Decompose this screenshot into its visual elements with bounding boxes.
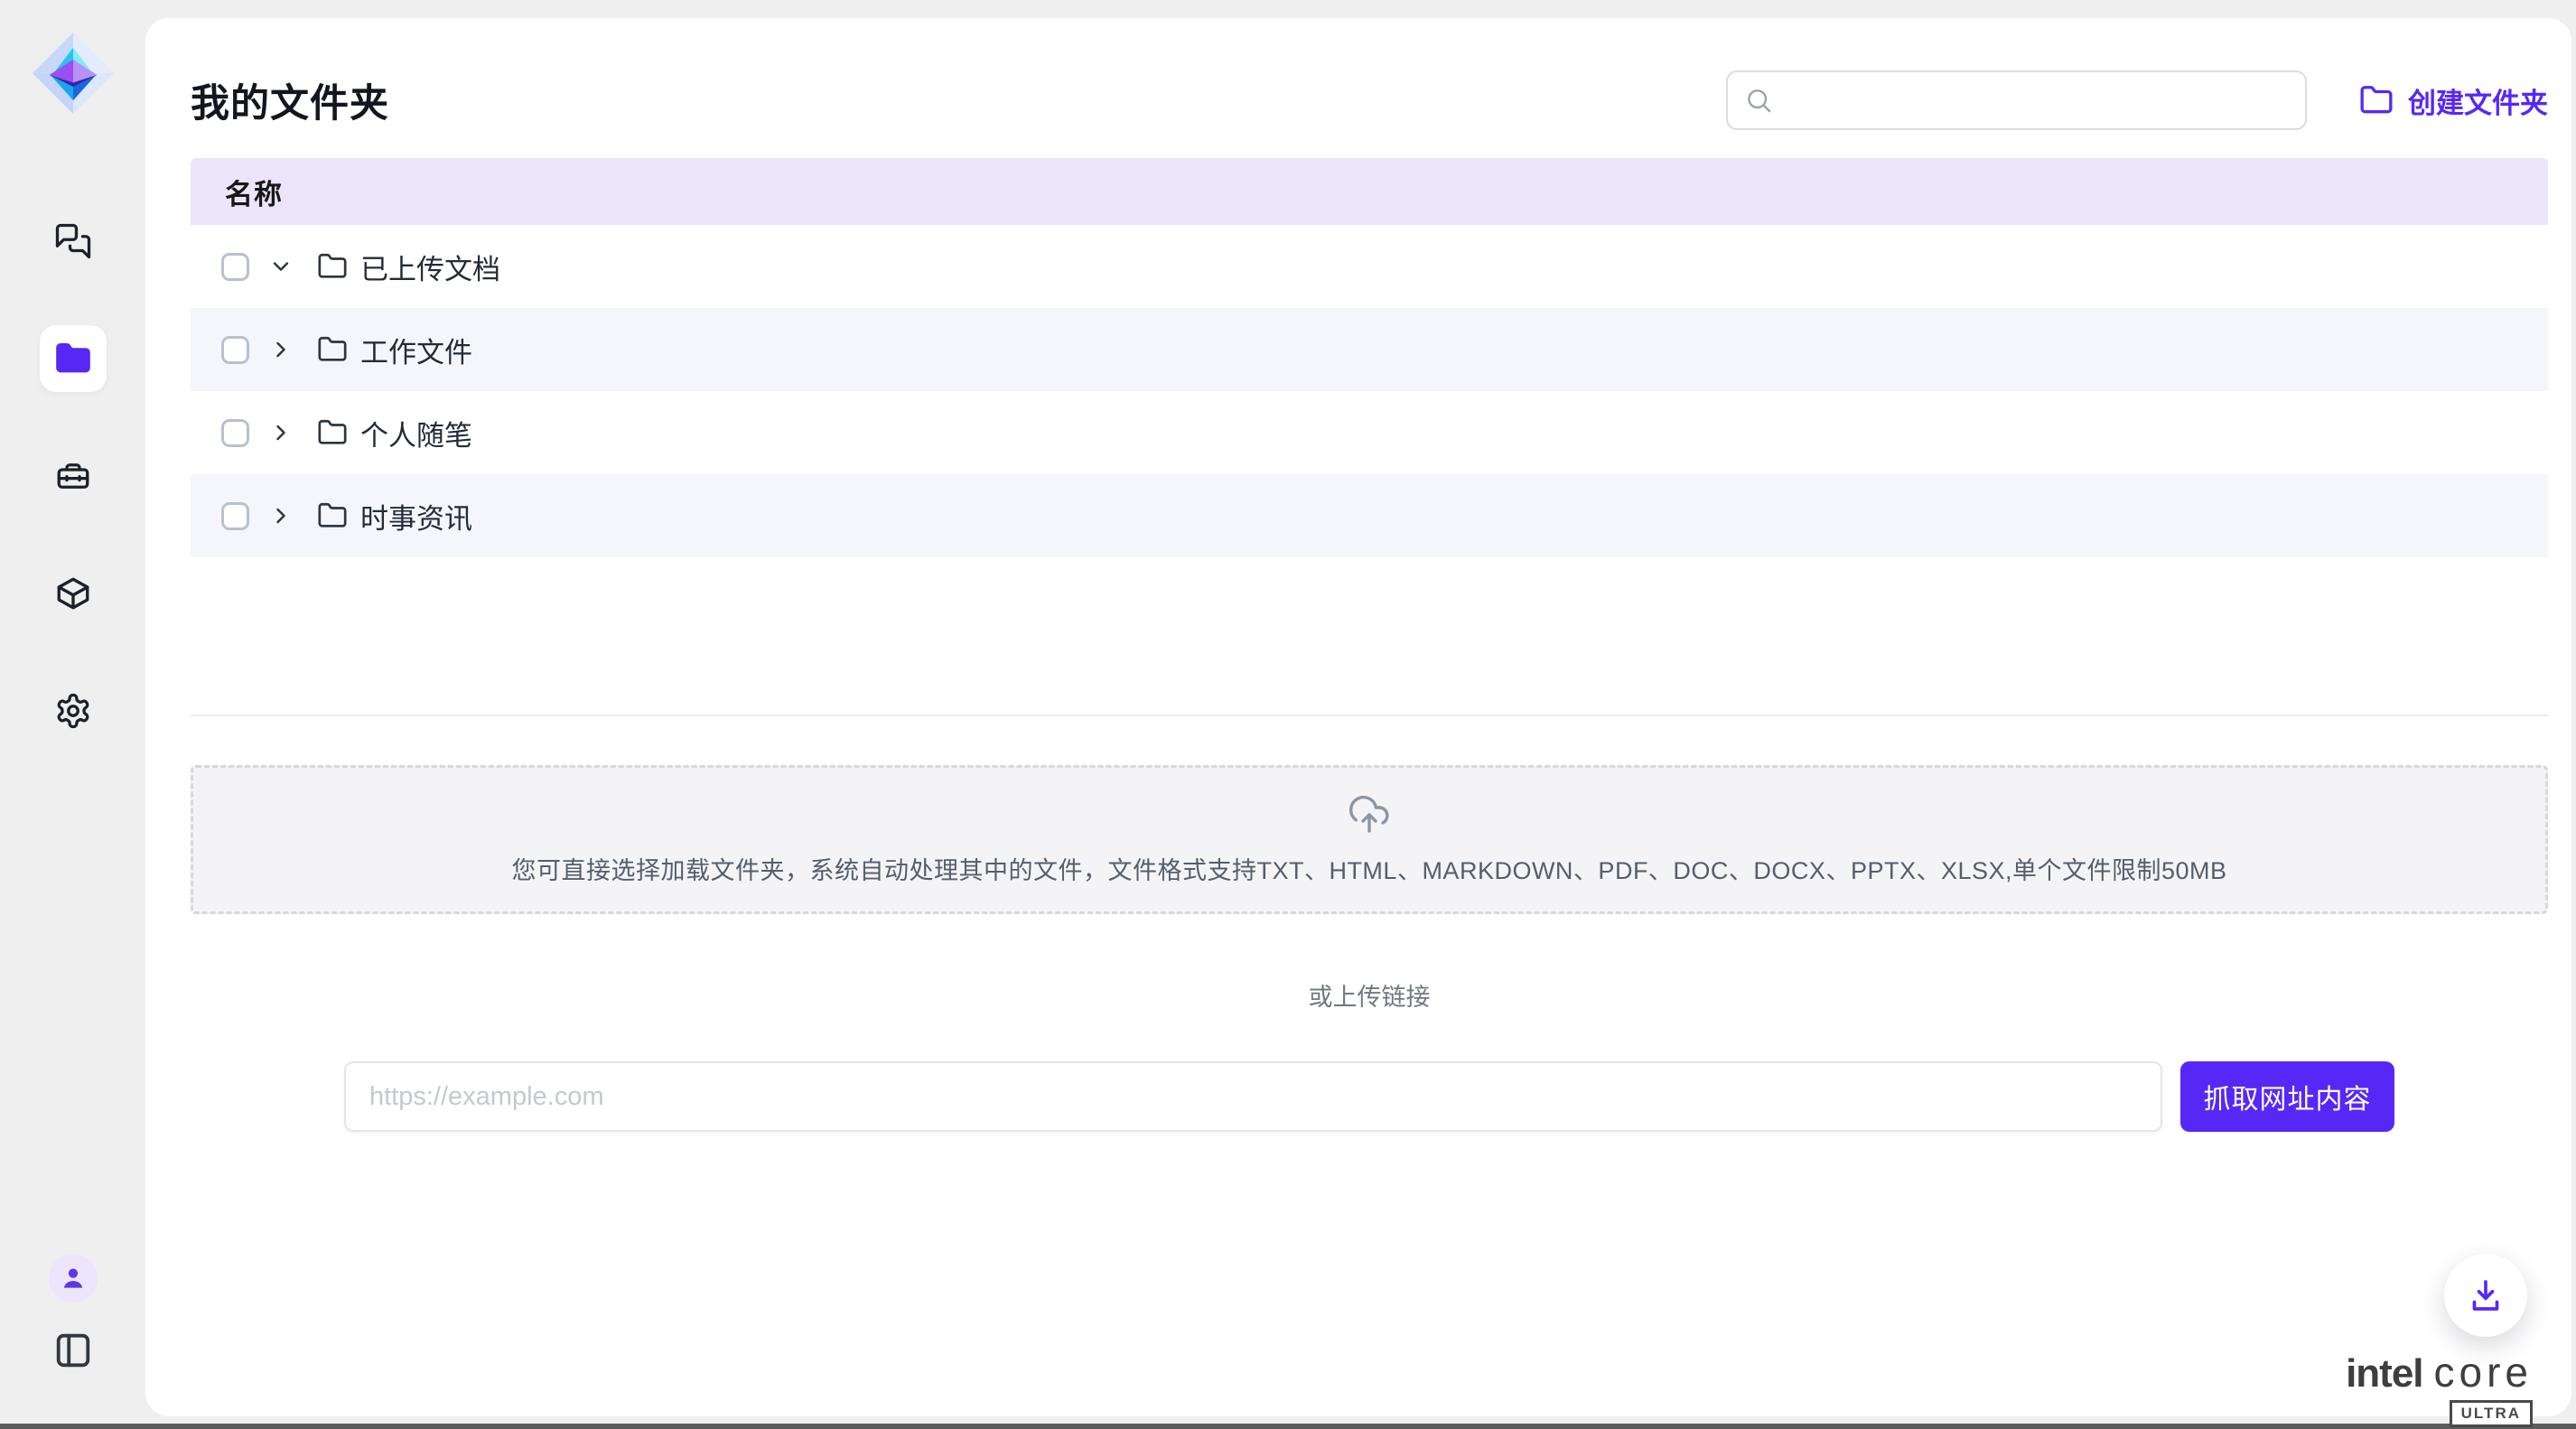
url-input[interactable] [344, 1061, 2162, 1132]
page-title: 我的文件夹 [191, 72, 1726, 128]
window-bottom-edge [0, 1424, 2576, 1429]
user-icon [58, 1263, 89, 1294]
core-wordmark: core [2434, 1348, 2533, 1396]
panel-left-icon [52, 1330, 94, 1371]
chevron-down-icon[interactable] [268, 254, 294, 279]
chat-icon [54, 222, 92, 260]
folder-icon [317, 417, 348, 448]
row-checkbox[interactable] [221, 336, 249, 364]
folder-icon [54, 340, 92, 378]
row-checkbox[interactable] [221, 253, 249, 281]
sidebar-item-models[interactable] [40, 560, 107, 627]
upload-dropzone[interactable]: 您可直接选择加载文件夹，系统自动处理其中的文件，文件格式支持TXT、HTML、M… [191, 765, 2548, 914]
cloud-upload-icon [1348, 793, 1391, 836]
gem-logo-icon [31, 31, 116, 116]
sidebar [0, 0, 145, 1424]
table-row[interactable]: 个人随笔 [191, 391, 2548, 474]
search-icon [1744, 86, 1773, 115]
settings-gear-icon [54, 692, 92, 730]
table-row[interactable]: 工作文件 [191, 308, 2548, 391]
folder-name: 已上传文档 [360, 247, 500, 287]
app-logo [31, 31, 116, 116]
row-checkbox[interactable] [221, 502, 249, 530]
chevron-right-icon[interactable] [268, 337, 294, 362]
folder-table: 名称 已上传文档 工作文件 [191, 158, 2548, 716]
row-checkbox[interactable] [221, 419, 249, 447]
table-empty-space [191, 557, 2548, 716]
main-panel: 我的文件夹 创建文件夹 名称 [145, 18, 2571, 1416]
upload-link-label: 或上传链接 [191, 977, 2548, 1013]
folder-icon [317, 251, 348, 282]
create-folder-label: 创建文件夹 [2408, 80, 2548, 121]
panel-toggle-button[interactable] [52, 1330, 94, 1371]
table-header-row: 名称 [191, 158, 2548, 225]
folder-name: 个人随笔 [360, 413, 472, 453]
table-row[interactable]: 时事资讯 [191, 474, 2548, 557]
toolbox-icon [54, 457, 92, 495]
sidebar-nav [40, 208, 107, 744]
download-fab-button[interactable] [2444, 1254, 2527, 1337]
sidebar-item-settings[interactable] [40, 677, 107, 744]
chevron-right-icon[interactable] [268, 420, 294, 445]
folder-plus-icon [2359, 83, 2394, 117]
upload-hint-text: 您可直接选择加载文件夹，系统自动处理其中的文件，文件格式支持TXT、HTML、M… [511, 851, 2226, 886]
sidebar-item-chat[interactable] [40, 208, 107, 275]
fetch-url-button[interactable]: 抓取网址内容 [2180, 1061, 2394, 1132]
download-icon [2468, 1277, 2504, 1313]
sidebar-item-toolbox[interactable] [40, 443, 107, 509]
app-window: 我的文件夹 创建文件夹 名称 [0, 0, 2576, 1429]
create-folder-button[interactable]: 创建文件夹 [2359, 80, 2548, 121]
search-input[interactable] [1786, 72, 2289, 128]
cube-icon [54, 574, 92, 612]
column-header-name: 名称 [225, 172, 283, 212]
folder-icon [317, 334, 348, 365]
search-box[interactable] [1726, 70, 2307, 130]
folder-name: 工作文件 [360, 330, 472, 370]
folder-icon [317, 500, 348, 531]
link-upload-row: 抓取网址内容 [191, 1061, 2548, 1132]
user-avatar[interactable] [49, 1254, 98, 1303]
intel-wordmark: intel [2346, 1351, 2422, 1396]
sidebar-item-folders[interactable] [40, 325, 107, 392]
table-row[interactable]: 已上传文档 [191, 225, 2548, 308]
folder-name: 时事资讯 [360, 496, 472, 537]
chevron-right-icon[interactable] [268, 503, 294, 528]
page-header: 我的文件夹 创建文件夹 [191, 68, 2548, 133]
ultra-badge: ULTRA [2450, 1400, 2533, 1427]
intel-core-ultra-logo: intel core ULTRA [2346, 1348, 2533, 1427]
